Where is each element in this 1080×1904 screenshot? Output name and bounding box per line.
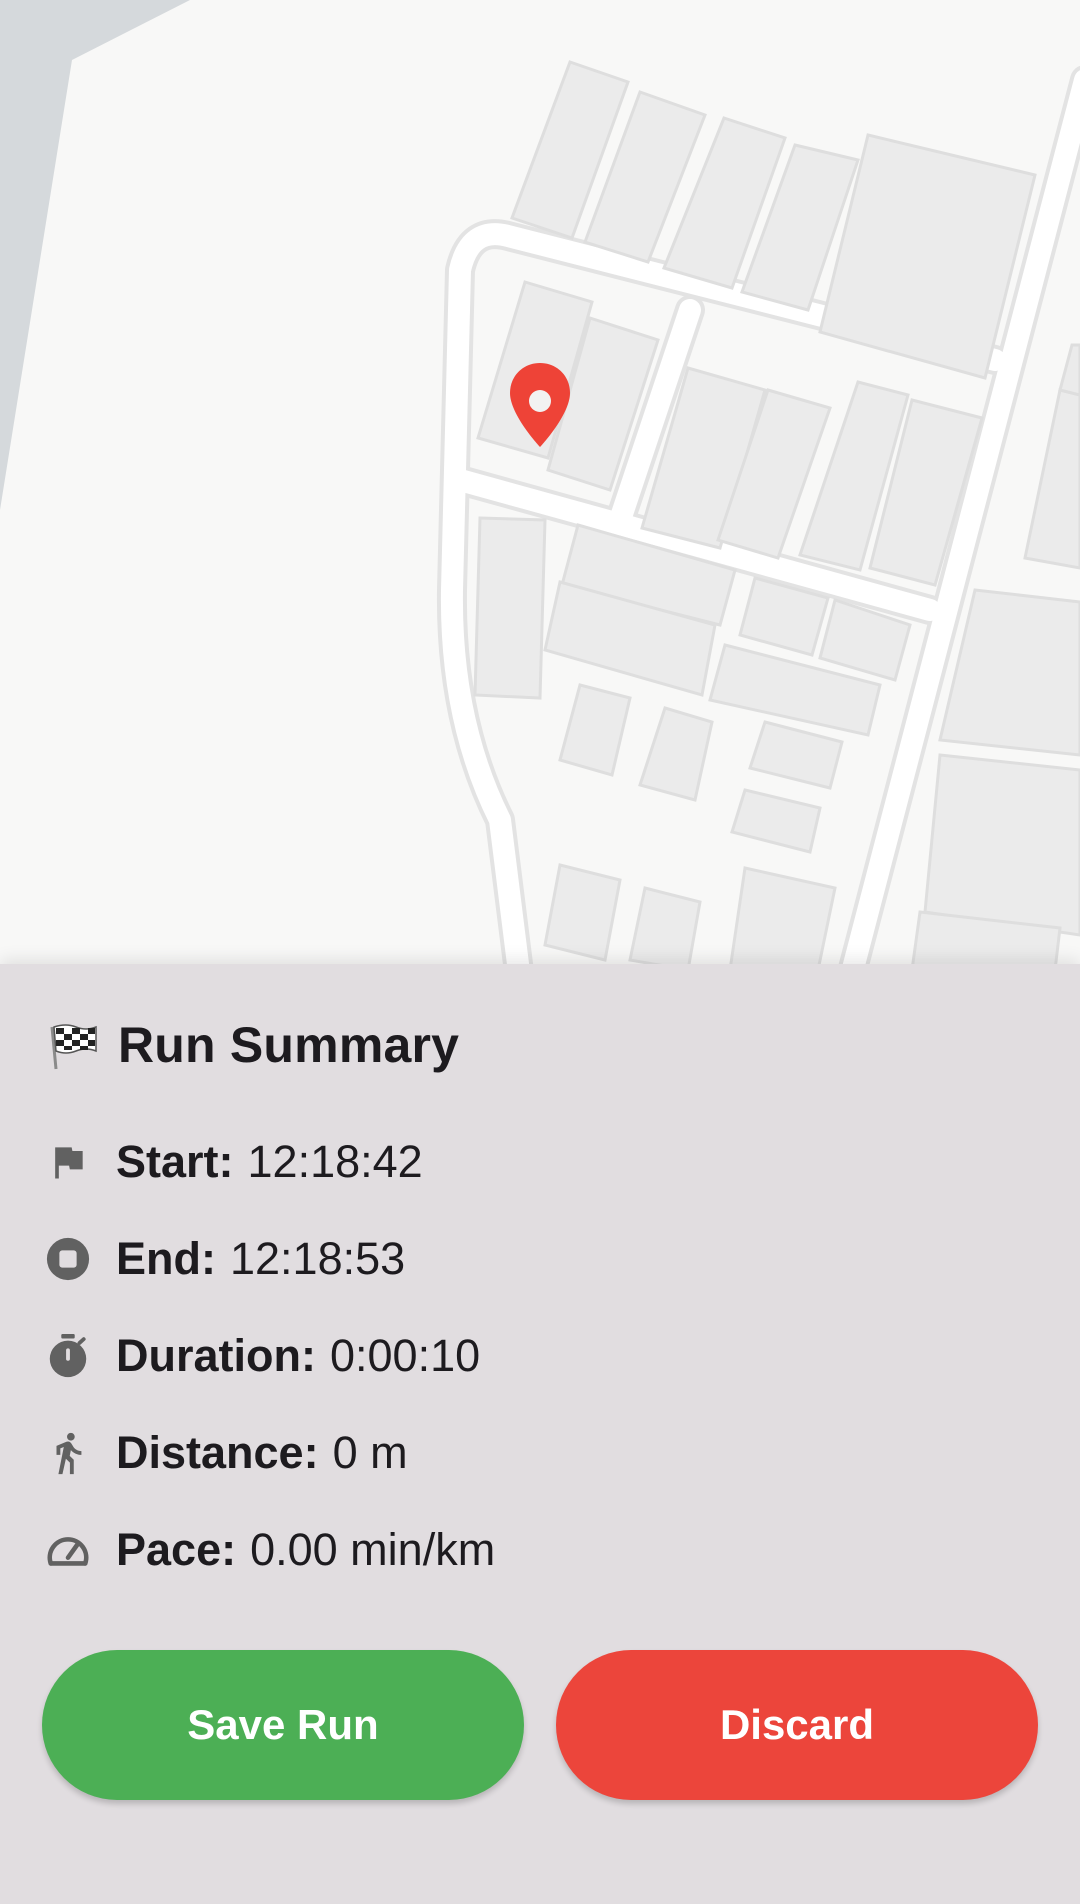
save-run-button[interactable]: Save Run (42, 1650, 524, 1800)
stat-end: End: 12:18:53 (44, 1229, 405, 1289)
stat-distance: Distance: 0 m (44, 1423, 408, 1483)
run-summary-screen: Run Summary Start: 12:18:42 End: 12:18:5… (0, 0, 1080, 1904)
map-view[interactable] (0, 0, 1080, 970)
stat-start: Start: 12:18:42 (44, 1132, 423, 1192)
pace-value: 0.00 min/km (250, 1524, 496, 1575)
start-value: 12:18:42 (247, 1136, 423, 1187)
map-canvas[interactable] (0, 0, 1080, 970)
discard-button[interactable]: Discard (556, 1650, 1038, 1800)
duration-label: Duration: (116, 1330, 316, 1381)
speedometer-icon (44, 1526, 92, 1574)
stop-circle-icon (44, 1235, 92, 1283)
water-area (0, 0, 190, 510)
checkered-flag-icon (50, 1024, 97, 1070)
end-value: 12:18:53 (229, 1233, 406, 1284)
duration-value: 0:00:10 (329, 1330, 481, 1381)
summary-title: Run Summary (118, 1017, 460, 1073)
stat-pace: Pace: 0.00 min/km (44, 1520, 495, 1580)
start-label: Start: (116, 1136, 234, 1187)
walking-person-icon (44, 1429, 92, 1477)
flag-icon (44, 1138, 92, 1186)
distance-value: 0 m (332, 1427, 408, 1478)
stopwatch-icon (44, 1332, 92, 1380)
end-label: End: (116, 1233, 216, 1284)
stat-duration: Duration: 0:00:10 (44, 1326, 480, 1386)
summary-header: Run Summary (46, 1010, 459, 1080)
distance-label: Distance: (116, 1427, 319, 1478)
pace-label: Pace: (116, 1524, 237, 1575)
